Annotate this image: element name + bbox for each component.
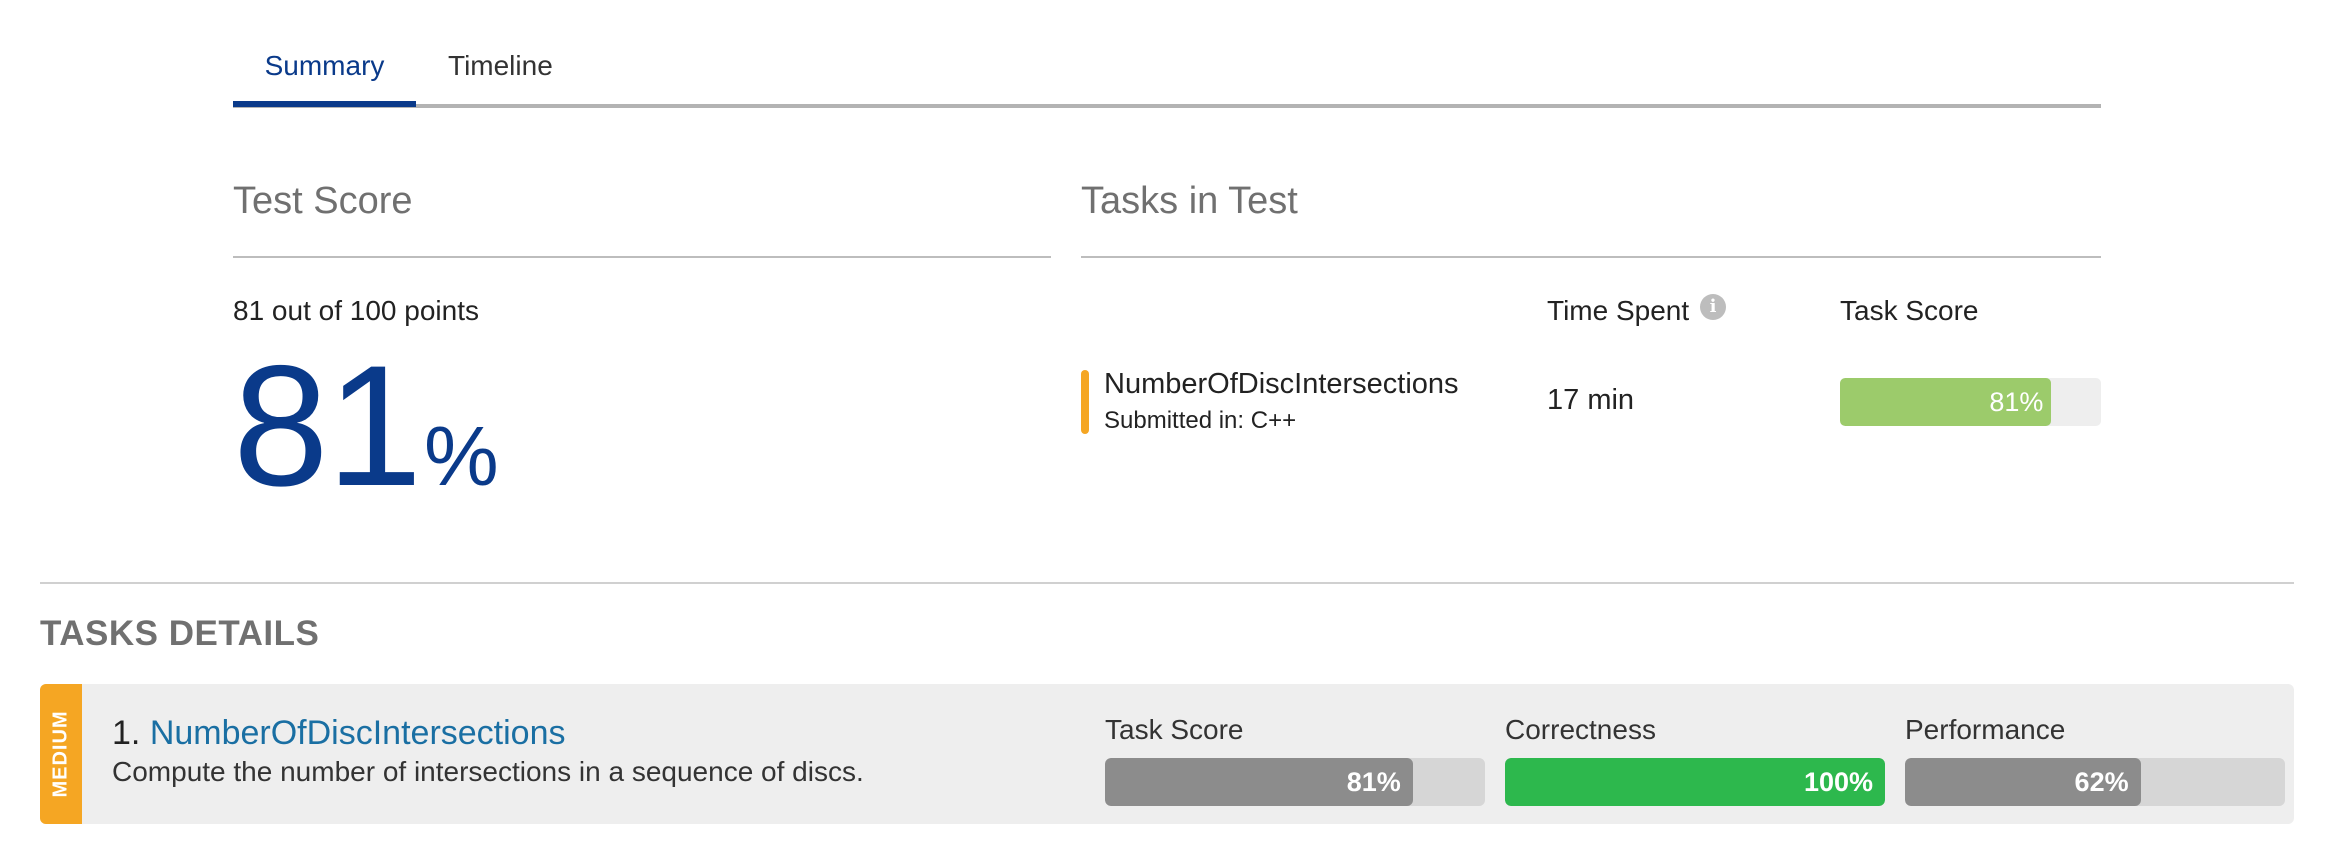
metric-task-score-label: Task Score bbox=[1105, 714, 1244, 745]
tab-bar: Summary Timeline bbox=[233, 0, 2101, 108]
info-icon[interactable]: i bbox=[1700, 294, 1726, 320]
section-divider bbox=[40, 582, 2294, 584]
task-number: 1. bbox=[112, 714, 141, 752]
metric-correctness-fill: 100% bbox=[1505, 758, 1885, 806]
task-language: Submitted in: C++ bbox=[1104, 407, 1297, 434]
metric-task-score-value: 81% bbox=[1346, 767, 1401, 797]
metric-task-score-bar: 81% bbox=[1105, 758, 1485, 806]
tasks-in-test-heading: Tasks in Test bbox=[1081, 180, 1298, 222]
active-tab-indicator bbox=[233, 101, 416, 107]
task-score-bar: 81% bbox=[1840, 378, 2101, 426]
task-name: NumberOfDiscIntersections bbox=[1104, 368, 1459, 400]
metric-performance-fill: 62% bbox=[1905, 758, 2141, 806]
task-description: Compute the number of intersections in a… bbox=[112, 756, 864, 787]
metric-performance-bar: 62% bbox=[1905, 758, 2285, 806]
score-percent-sign: % bbox=[424, 409, 499, 503]
metric-task-score-fill: 81% bbox=[1105, 758, 1413, 806]
task-title: 1. NumberOfDiscIntersections bbox=[112, 712, 566, 754]
task-title-link[interactable]: NumberOfDiscIntersections bbox=[150, 714, 566, 752]
test-score-divider bbox=[233, 256, 1051, 258]
metric-performance-value: 62% bbox=[2074, 767, 2129, 797]
task-detail-card: MEDIUM 1. NumberOfDiscIntersections Comp… bbox=[40, 684, 2294, 824]
tasks-details-heading: TASKS DETAILS bbox=[40, 614, 320, 653]
time-spent-header: Time Spent bbox=[1547, 295, 1690, 326]
difficulty-tab: MEDIUM bbox=[40, 684, 82, 824]
tab-summary[interactable]: Summary bbox=[233, 48, 416, 84]
metric-correctness-bar: 100% bbox=[1505, 758, 1885, 806]
points-text: 81 out of 100 points bbox=[233, 295, 479, 326]
metric-correctness-label: Correctness bbox=[1505, 714, 1656, 745]
task-score-header: Task Score bbox=[1840, 295, 1979, 326]
difficulty-label: MEDIUM bbox=[49, 710, 72, 798]
metric-correctness-value: 100% bbox=[1803, 767, 1873, 797]
metric-performance-label: Performance bbox=[1905, 714, 2066, 745]
tasks-in-test-divider bbox=[1081, 256, 2101, 258]
task-accent-bar bbox=[1081, 370, 1089, 434]
test-score-heading: Test Score bbox=[233, 180, 413, 222]
tab-bar-divider bbox=[233, 104, 2101, 108]
score-percent-value: 81 bbox=[233, 330, 422, 522]
task-time-spent: 17 min bbox=[1547, 384, 1635, 416]
task-score-label: 81% bbox=[1989, 387, 2044, 417]
tab-timeline[interactable]: Timeline bbox=[448, 48, 553, 84]
task-score-fill: 81% bbox=[1840, 378, 2052, 426]
